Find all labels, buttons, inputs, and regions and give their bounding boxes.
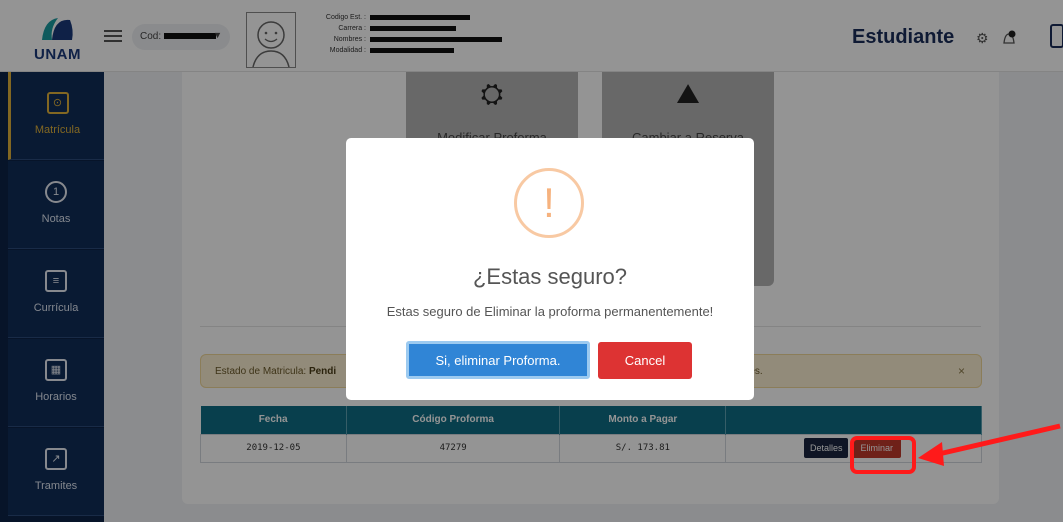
warning-icon: ! (514, 168, 584, 238)
dialog-message: Estas seguro de Eliminar la proforma per… (386, 304, 714, 319)
cancel-button[interactable]: Cancel (598, 342, 692, 379)
dialog-title: ¿Estas seguro? (472, 264, 628, 289)
confirm-delete-button[interactable]: Si, eliminar Proforma. (406, 341, 590, 379)
annotation-arrow-icon (918, 423, 1061, 466)
confirm-dialog: ! ¿Estas seguro? Estas seguro de Elimina… (346, 138, 754, 400)
